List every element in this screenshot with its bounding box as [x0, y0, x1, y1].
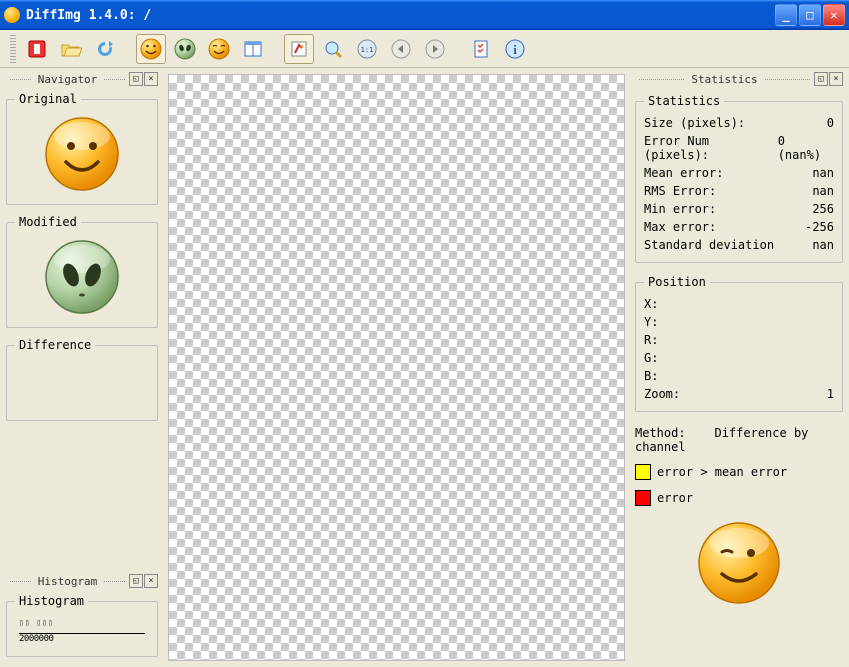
window-title: DiffImg 1.4.0: / [26, 8, 775, 23]
close-button[interactable]: ✕ [823, 4, 845, 26]
modified-label: Modified [15, 215, 81, 229]
maximize-button[interactable]: □ [799, 4, 821, 26]
about-button[interactable]: i [500, 34, 530, 64]
modified-view-button[interactable] [170, 34, 200, 64]
method-row: Method: Difference by channel [635, 424, 843, 456]
stat-max-value: -256 [805, 220, 834, 234]
stat-max-label: Max error: [644, 220, 716, 234]
quit-button[interactable] [22, 34, 52, 64]
stat-mean-value: nan [812, 166, 834, 180]
pos-y-label: Y: [644, 315, 658, 329]
zoom-button[interactable] [318, 34, 348, 64]
statistics-panel-header: Statistics ◱× [635, 72, 843, 86]
histogram-group-label: Histogram [15, 594, 88, 608]
swatch-red [635, 490, 651, 506]
navigator-title: Navigator [35, 73, 101, 86]
navigator-close-button[interactable]: × [144, 72, 158, 86]
statistics-title: Statistics [688, 73, 760, 86]
prev-button[interactable] [386, 34, 416, 64]
stat-std-value: nan [812, 238, 834, 252]
svg-text:i: i [513, 42, 517, 57]
legend1-text: error > mean error [657, 465, 787, 479]
method-label: Method: [635, 426, 686, 440]
original-group: Original [6, 92, 158, 205]
stat-min-value: 256 [812, 202, 834, 216]
pos-x-label: X: [644, 297, 658, 311]
position-group-label: Position [644, 275, 710, 289]
next-button[interactable] [420, 34, 450, 64]
original-view-button[interactable] [136, 34, 166, 64]
original-label: Original [15, 92, 81, 106]
pos-r-label: R: [644, 333, 658, 347]
difference-label: Difference [15, 338, 95, 352]
histogram-group: Histogram ▯▯ ▯▯▯ 2000000 [6, 594, 158, 657]
svg-text:1:1: 1:1 [361, 46, 374, 54]
highlight-button[interactable] [284, 34, 314, 64]
histogram-panel-header: Histogram ◱× [6, 574, 158, 588]
modified-group: Modified [6, 215, 158, 328]
histogram-title: Histogram [35, 575, 101, 588]
stat-err-value: 0 (nan%) [778, 134, 834, 162]
statistics-group: Statistics Size (pixels): 0 Error Num (pi… [635, 94, 843, 263]
minimize-button[interactable]: _ [775, 4, 797, 26]
toolbar: 1:1 i [0, 30, 849, 68]
statistics-close-button[interactable]: × [829, 72, 843, 86]
app-icon [4, 7, 20, 23]
navigator-float-button[interactable]: ◱ [129, 72, 143, 86]
swatch-yellow [635, 464, 651, 480]
fit-button[interactable]: 1:1 [352, 34, 382, 64]
toolbar-grip[interactable] [10, 35, 16, 63]
modified-thumbnail[interactable] [42, 237, 122, 317]
legend2-text: error [657, 491, 693, 505]
stat-std-label: Standard deviation [644, 238, 774, 252]
histogram-canvas[interactable]: ▯▯ ▯▯▯ 2000000 [15, 614, 149, 648]
difference-view-button[interactable] [204, 34, 234, 64]
pos-zoom-value: 1 [827, 387, 834, 401]
stat-rms-value: nan [812, 184, 834, 198]
titlebar: DiffImg 1.4.0: / _ □ ✕ [0, 0, 849, 30]
stat-size-label: Size (pixels): [644, 116, 745, 130]
difference-group: Difference [6, 338, 158, 421]
histogram-close-button[interactable]: × [144, 574, 158, 588]
statistics-float-button[interactable]: ◱ [814, 72, 828, 86]
stat-size-value: 0 [827, 116, 834, 130]
histogram-float-button[interactable]: ◱ [129, 574, 143, 588]
stat-err-label: Error Num (pixels): [644, 134, 778, 162]
original-thumbnail[interactable] [42, 114, 122, 194]
stat-rms-label: RMS Error: [644, 184, 716, 198]
refresh-button[interactable] [90, 34, 120, 64]
stat-mean-label: Mean error: [644, 166, 723, 180]
mascot-icon [696, 520, 782, 609]
preferences-button[interactable] [466, 34, 496, 64]
pos-zoom-label: Zoom: [644, 387, 680, 401]
position-group: Position X: Y: R: G: B: Zoom: 1 [635, 275, 843, 412]
image-canvas[interactable] [168, 74, 625, 661]
open-button[interactable] [56, 34, 86, 64]
legend-error: error [635, 488, 843, 508]
legend-mean-error: error > mean error [635, 462, 843, 482]
dual-panel-button[interactable] [238, 34, 268, 64]
pos-b-label: B: [644, 369, 658, 383]
pos-g-label: G: [644, 351, 658, 365]
difference-thumbnail[interactable] [42, 360, 122, 410]
navigator-panel-header: Navigator ◱× [6, 72, 158, 86]
stat-min-label: Min error: [644, 202, 716, 216]
statistics-group-label: Statistics [644, 94, 724, 108]
histogram-axis: 2000000 [19, 633, 145, 644]
